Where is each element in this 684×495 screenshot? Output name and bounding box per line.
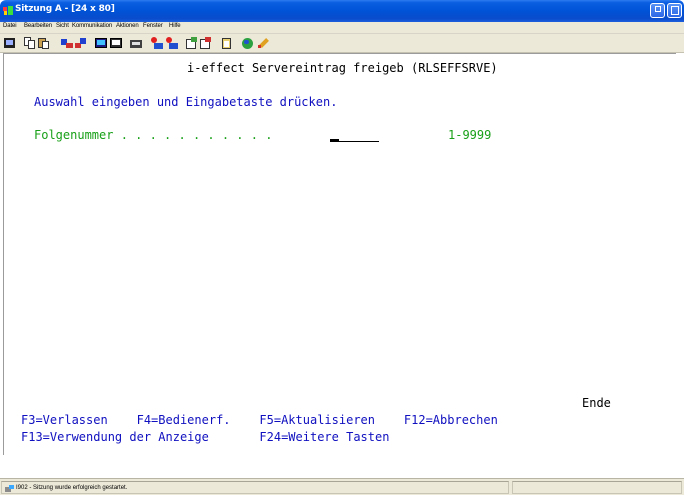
clipboard-icon[interactable] <box>221 37 233 49</box>
send-icon[interactable] <box>61 37 73 49</box>
end-marker: Ende <box>582 396 611 410</box>
menu-datei[interactable]: Datei <box>3 23 17 29</box>
text-cursor <box>330 139 339 142</box>
menu-fenster[interactable]: Fenster <box>143 23 163 29</box>
menu-bearbeiten[interactable]: Bearbeiten <box>24 23 52 29</box>
status-message-pane: I902 - Sitzung wurde erfolgreich gestart… <box>1 481 509 494</box>
terminal-screen[interactable]: i-effect Servereintrag freigeb (RLSEFFSR… <box>3 53 676 455</box>
print-screen-icon[interactable] <box>4 37 16 49</box>
right-margin <box>676 53 684 455</box>
copy-icon[interactable] <box>24 37 36 49</box>
function-keys-row-2: F13=Verwendung der Anzeige F24=Weitere T… <box>21 430 390 444</box>
menu-kommunikation[interactable]: Kommunikation <box>72 23 112 29</box>
receive-icon[interactable] <box>75 37 87 49</box>
menu-hilfe[interactable]: Hilfe <box>169 23 181 29</box>
title-bar: Sitzung A - [24 x 80] <box>0 0 684 22</box>
status-bar: I902 - Sitzung wurde erfolgreich gestart… <box>0 478 684 495</box>
maximize-button[interactable] <box>667 3 682 18</box>
display-icon[interactable] <box>95 37 107 49</box>
function-keys-row-1: F3=Verlassen F4=Bedienerf. F5=Aktualisie… <box>21 413 498 427</box>
screen-bottom-margin <box>0 455 684 478</box>
stop-macro-icon[interactable] <box>166 37 178 49</box>
macro-icon[interactable] <box>130 37 142 49</box>
window-title: Sitzung A - [24 x 80] <box>15 4 115 14</box>
screen-header: i-effect Servereintrag freigeb (RLSEFFSR… <box>187 61 498 75</box>
restore-button[interactable] <box>650 3 665 18</box>
status-message: I902 - Sitzung wurde erfolgreich gestart… <box>16 485 128 491</box>
keyboard-icon[interactable] <box>110 37 122 49</box>
help-globe-icon[interactable] <box>242 37 254 49</box>
menu-bar: Datei Bearbeiten Sicht Kommunikation Akt… <box>0 22 684 34</box>
status-info-pane <box>512 481 682 494</box>
maximize-icon <box>671 6 679 15</box>
edit-icon[interactable] <box>257 37 269 49</box>
status-session-icon <box>5 485 14 492</box>
play-macro-icon[interactable] <box>186 37 198 49</box>
instruction-text: Auswahl eingeben und Eingabetaste drücke… <box>34 95 338 109</box>
menu-aktionen[interactable]: Aktionen <box>116 23 139 29</box>
play-macro-alt-icon[interactable] <box>200 37 212 49</box>
toolbar <box>0 34 684 53</box>
record-macro-icon[interactable] <box>151 37 163 49</box>
restore-icon <box>655 6 661 12</box>
menu-sicht[interactable]: Sicht <box>56 23 69 29</box>
paste-icon[interactable] <box>38 37 50 49</box>
session-icon <box>3 6 13 15</box>
folgenummer-label: Folgenummer . . . . . . . . . . . <box>34 128 273 142</box>
folgenummer-range: 1-9999 <box>448 128 492 142</box>
